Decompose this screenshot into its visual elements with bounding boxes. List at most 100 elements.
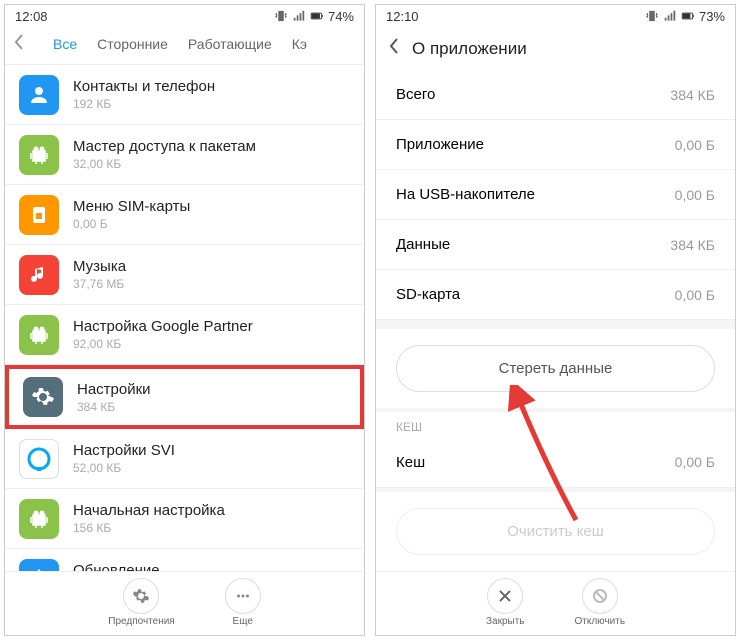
vibrate-icon xyxy=(274,9,288,23)
section-gap xyxy=(376,320,735,329)
app-row[interactable]: Меню SIM-карты 0,00 Б xyxy=(5,185,364,245)
storage-list: Всего384 КБПриложение0,00 БНа USB-накопи… xyxy=(376,70,735,320)
app-row[interactable]: Настройки 384 КБ xyxy=(5,365,364,429)
status-time: 12:10 xyxy=(386,9,419,24)
row-value: 0,00 Б xyxy=(675,137,715,153)
app-text: Меню SIM-карты 0,00 Б xyxy=(73,198,350,231)
app-size: 37,76 МБ xyxy=(73,277,350,291)
app-icon xyxy=(23,377,63,417)
app-text: Контакты и телефон 192 КБ xyxy=(73,78,350,111)
app-row[interactable]: Обновление156 КБ xyxy=(5,549,364,571)
storage-row[interactable]: Всего384 КБ xyxy=(376,70,735,120)
clear-cache-button: Очистить кеш xyxy=(396,508,715,555)
app-list[interactable]: Контакты и телефон 192 КБ Мастер доступа к… xyxy=(5,65,364,571)
app-text: Настройки 384 КБ xyxy=(77,381,346,414)
app-text: Обновление156 КБ xyxy=(73,562,350,571)
row-label: На USB-накопителе xyxy=(396,186,535,203)
phone-right: 12:10 73% О приложении Всего384 КБПрилож… xyxy=(375,4,736,636)
row-label: SD-карта xyxy=(396,286,460,303)
app-name: Настройки xyxy=(77,381,346,398)
cache-row[interactable]: Кеш 0,00 Б xyxy=(376,438,735,488)
section-gap xyxy=(376,488,735,492)
dots-icon xyxy=(225,578,261,614)
app-icon xyxy=(19,315,59,355)
app-size: 384 КБ xyxy=(77,400,346,414)
app-size: 192 КБ xyxy=(73,97,350,111)
battery-icon xyxy=(681,9,695,23)
disable-label: Отключить xyxy=(574,616,625,627)
tab-thirdparty[interactable]: Сторонние xyxy=(97,36,168,52)
prefs-label: Предпочтения xyxy=(108,616,174,627)
row-label: Приложение xyxy=(396,136,484,153)
battery-percent: 74% xyxy=(328,9,354,24)
prefs-button[interactable]: Предпочтения xyxy=(108,578,174,627)
tab-cached[interactable]: Кэ xyxy=(292,36,307,52)
app-icon xyxy=(19,135,59,175)
back-icon[interactable] xyxy=(13,33,33,54)
status-time: 12:08 xyxy=(15,9,48,24)
app-icon xyxy=(19,195,59,235)
header: О приложении xyxy=(376,27,735,70)
gear-icon xyxy=(123,578,159,614)
battery-icon xyxy=(310,9,324,23)
disable-icon xyxy=(582,578,618,614)
app-name: Начальная настройка xyxy=(73,502,350,519)
close-label: Закрыть xyxy=(486,616,525,627)
app-row[interactable]: Настройки SVI 52,00 КБ xyxy=(5,429,364,489)
app-name: Меню SIM-карты xyxy=(73,198,350,215)
app-size: 32,00 КБ xyxy=(73,157,350,171)
app-size: 156 КБ xyxy=(73,521,350,535)
row-value: 0,00 Б xyxy=(675,287,715,303)
page-title: О приложении xyxy=(412,39,527,59)
more-label: Еще xyxy=(233,616,253,627)
app-name: Настройки SVI xyxy=(73,442,350,459)
row-value: 384 КБ xyxy=(670,237,715,253)
cache-label: Кеш xyxy=(396,454,425,471)
tab-all[interactable]: Все xyxy=(53,36,77,52)
app-text: Мастер доступа к пакетам 32,00 КБ xyxy=(73,138,350,171)
tab-running[interactable]: Работающие xyxy=(188,36,272,52)
app-text: Настройка Google Partner 92,00 КБ xyxy=(73,318,350,351)
signal-icon xyxy=(663,9,677,23)
app-size: 52,00 КБ xyxy=(73,461,350,475)
app-icon xyxy=(19,559,59,572)
status-icons: 73% xyxy=(645,9,725,24)
storage-row[interactable]: На USB-накопителе0,00 Б xyxy=(376,170,735,220)
app-icon xyxy=(19,439,59,479)
app-icon xyxy=(19,255,59,295)
app-row[interactable]: Начальная настройка 156 КБ xyxy=(5,489,364,549)
app-name: Настройка Google Partner xyxy=(73,318,350,335)
app-row[interactable]: Музыка37,76 МБ xyxy=(5,245,364,305)
app-text: Начальная настройка 156 КБ xyxy=(73,502,350,535)
app-name: Мастер доступа к пакетам xyxy=(73,138,350,155)
disable-button[interactable]: Отключить xyxy=(574,578,625,627)
app-row[interactable]: Мастер доступа к пакетам 32,00 КБ xyxy=(5,125,364,185)
row-label: Данные xyxy=(396,236,450,253)
app-size: 0,00 Б xyxy=(73,217,350,231)
storage-row[interactable]: SD-карта 0,00 Б xyxy=(376,270,735,320)
vibrate-icon xyxy=(645,9,659,23)
storage-row[interactable]: Данные 384 КБ xyxy=(376,220,735,270)
phone-left: 12:08 74% Все Сторонние Работающие Кэ Ко… xyxy=(4,4,365,636)
bottom-bar: Предпочтения Еще xyxy=(5,571,364,635)
cache-value: 0,00 Б xyxy=(675,454,715,470)
back-icon[interactable] xyxy=(388,37,400,60)
more-button[interactable]: Еще xyxy=(225,578,261,627)
tab-bar: Все Сторонние Работающие Кэ xyxy=(5,27,364,65)
battery-percent: 73% xyxy=(699,9,725,24)
app-icon xyxy=(19,499,59,539)
status-icons: 74% xyxy=(274,9,354,24)
app-row[interactable]: Настройка Google Partner 92,00 КБ xyxy=(5,305,364,365)
app-icon xyxy=(19,75,59,115)
bottom-bar: Закрыть Отключить xyxy=(376,571,735,635)
close-button[interactable]: Закрыть xyxy=(486,578,525,627)
storage-row[interactable]: Приложение 0,00 Б xyxy=(376,120,735,170)
cache-section-label: КЕШ xyxy=(376,412,735,438)
app-size: 92,00 КБ xyxy=(73,337,350,351)
app-row[interactable]: Контакты и телефон 192 КБ xyxy=(5,65,364,125)
close-icon xyxy=(487,578,523,614)
row-label: Всего xyxy=(396,86,435,103)
clear-data-button[interactable]: Стереть данные xyxy=(396,345,715,392)
app-name: Контакты и телефон xyxy=(73,78,350,95)
app-text: Музыка37,76 МБ xyxy=(73,258,350,291)
